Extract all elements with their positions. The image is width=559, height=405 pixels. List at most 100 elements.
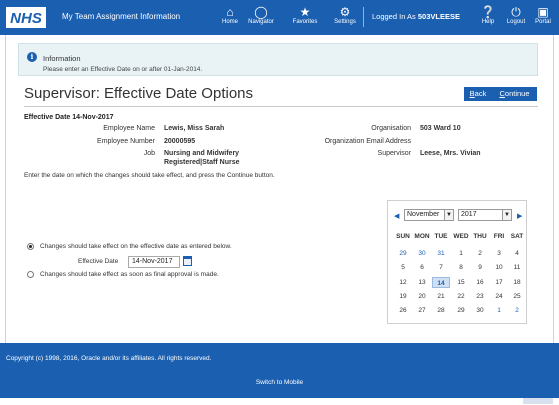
- year-select[interactable]: 2017 ▼: [458, 209, 512, 221]
- logged-in-user: 503VLEESE: [417, 12, 460, 21]
- star-icon: ★: [299, 5, 311, 19]
- calendar-day[interactable]: 15: [452, 277, 470, 288]
- supervisor-value: Leese, Mrs. Vivian: [420, 150, 481, 157]
- effective-date-heading: Effective Date 14-Nov-2017: [24, 114, 114, 121]
- calendar-icon[interactable]: [183, 256, 192, 266]
- calendar-day[interactable]: 9: [471, 262, 489, 273]
- calendar-day[interactable]: 29: [452, 305, 470, 316]
- nav-settings[interactable]: ⚙ Settings: [332, 5, 358, 25]
- employee-name-label: Employee Name: [103, 125, 155, 132]
- calendar-day[interactable]: 18: [508, 277, 526, 288]
- back-button[interactable]: Back: [464, 87, 492, 101]
- calendar-day[interactable]: 1: [490, 305, 508, 316]
- calendar-day[interactable]: 7: [432, 262, 450, 273]
- calendar-day[interactable]: 5: [394, 262, 412, 273]
- calendar-day[interactable]: 17: [490, 277, 508, 288]
- calendar-day[interactable]: 13: [413, 277, 431, 288]
- copyright-text: Copyright (c) 1998, 2016, Oracle and/or …: [6, 355, 212, 362]
- calendar-day[interactable]: 30: [413, 248, 431, 259]
- home-icon: ⌂: [226, 5, 234, 19]
- prev-month-icon[interactable]: ◀: [394, 212, 399, 220]
- calendar-day[interactable]: 8: [452, 262, 470, 273]
- navigator-icon: ◯: [254, 5, 268, 19]
- effective-date-input[interactable]: 14-Nov-2017: [128, 256, 180, 268]
- employee-number-label: Employee Number: [97, 138, 155, 145]
- calendar-day[interactable]: 2: [508, 305, 526, 316]
- month-select[interactable]: November ▼: [404, 209, 454, 221]
- calendar-day[interactable]: 4: [508, 248, 526, 259]
- app-header: NHS My Team Assignment Information ⌂ Hom…: [0, 0, 559, 35]
- chevron-down-icon: ▼: [444, 210, 453, 220]
- footer-corner: [523, 398, 553, 404]
- calendar-day[interactable]: 24: [490, 291, 508, 302]
- calendar-day[interactable]: 14: [432, 277, 450, 288]
- job-value-line2: Registered|Staff Nurse: [164, 159, 240, 166]
- calendar-day[interactable]: 16: [471, 277, 489, 288]
- employee-number-value: 20000595: [164, 138, 196, 145]
- final-approval-radio[interactable]: [27, 271, 34, 278]
- logged-in-status: Logged In As 503VLEESE: [372, 12, 460, 21]
- supervisor-label: Supervisor: [377, 150, 411, 157]
- employee-name-value: Lewis, Miss Sarah: [164, 125, 225, 132]
- calendar-day[interactable]: 31: [432, 248, 450, 259]
- information-title: Information: [43, 54, 81, 63]
- nav-logout[interactable]: ⏻ Logout: [505, 5, 527, 25]
- chevron-down-icon: ▼: [502, 210, 511, 220]
- calendar-day[interactable]: 11: [508, 262, 526, 273]
- information-message: i Information Please enter an Effective …: [18, 43, 538, 76]
- organisation-value: 503 Ward 10: [420, 125, 461, 132]
- title-divider: [24, 106, 538, 107]
- calendar-day[interactable]: 6: [413, 262, 431, 273]
- weekday-header: MON: [414, 233, 430, 240]
- weekday-header: FRI: [493, 233, 505, 240]
- calendar-day[interactable]: 29: [394, 248, 412, 259]
- final-approval-option-label[interactable]: Changes should take effect as soon as fi…: [40, 271, 219, 278]
- nav-home[interactable]: ⌂ Home: [221, 5, 239, 25]
- job-value-line1: Nursing and Midwifery: [164, 150, 240, 157]
- calendar-day[interactable]: 27: [413, 305, 431, 316]
- calendar-day[interactable]: 21: [432, 291, 450, 302]
- effective-date-field-label: Effective Date: [78, 258, 119, 265]
- calendar-day[interactable]: 2: [471, 248, 489, 259]
- calendar-day[interactable]: 22: [452, 291, 470, 302]
- help-icon: ❔: [480, 5, 496, 19]
- calendar-day[interactable]: 12: [394, 277, 412, 288]
- calendar-day[interactable]: 10: [490, 262, 508, 273]
- instruction-text: Enter the date on which the changes shou…: [24, 172, 275, 179]
- info-icon: i: [27, 52, 37, 62]
- effective-date-radio[interactable]: [27, 243, 34, 250]
- header-divider: [363, 7, 364, 27]
- calendar-day[interactable]: 25: [508, 291, 526, 302]
- calendar-day[interactable]: 19: [394, 291, 412, 302]
- weekday-header: SUN: [396, 233, 410, 240]
- weekday-header: WED: [453, 233, 469, 240]
- portal-icon: ▣: [537, 5, 549, 19]
- app-title: My Team Assignment Information: [62, 12, 181, 21]
- gear-icon: ⚙: [339, 5, 351, 19]
- weekday-header: SAT: [510, 233, 524, 240]
- calendar-day[interactable]: 20: [413, 291, 431, 302]
- nav-help[interactable]: ❔ Help: [479, 5, 497, 25]
- calendar-day[interactable]: 3: [490, 248, 508, 259]
- weekday-header: THU: [473, 233, 487, 240]
- page-title: Supervisor: Effective Date Options: [24, 85, 253, 102]
- nhs-logo[interactable]: NHS: [6, 7, 46, 28]
- information-text: Please enter an Effective Date on or aft…: [43, 66, 203, 73]
- page-footer: Copyright (c) 1998, 2016, Oracle and/or …: [0, 343, 559, 398]
- power-icon: ⏻: [511, 5, 521, 19]
- continue-button[interactable]: Continue: [492, 87, 537, 101]
- calendar-day[interactable]: 23: [471, 291, 489, 302]
- calendar-day[interactable]: 26: [394, 305, 412, 316]
- org-email-label: Organization Email Address: [324, 138, 411, 145]
- effective-date-option-label[interactable]: Changes should take effect on the effect…: [40, 243, 232, 250]
- organisation-label: Organisation: [371, 125, 411, 132]
- nav-portal[interactable]: ▣ Portal: [533, 5, 553, 25]
- switch-to-mobile-link[interactable]: Switch to Mobile: [0, 379, 559, 386]
- weekday-header: TUE: [434, 233, 448, 240]
- nav-favorites[interactable]: ★ Favorites: [290, 5, 320, 25]
- next-month-icon[interactable]: ▶: [517, 212, 522, 220]
- calendar-day[interactable]: 1: [452, 248, 470, 259]
- calendar-day[interactable]: 30: [471, 305, 489, 316]
- calendar-day[interactable]: 28: [432, 305, 450, 316]
- nav-navigator[interactable]: ◯ Navigator: [245, 5, 277, 25]
